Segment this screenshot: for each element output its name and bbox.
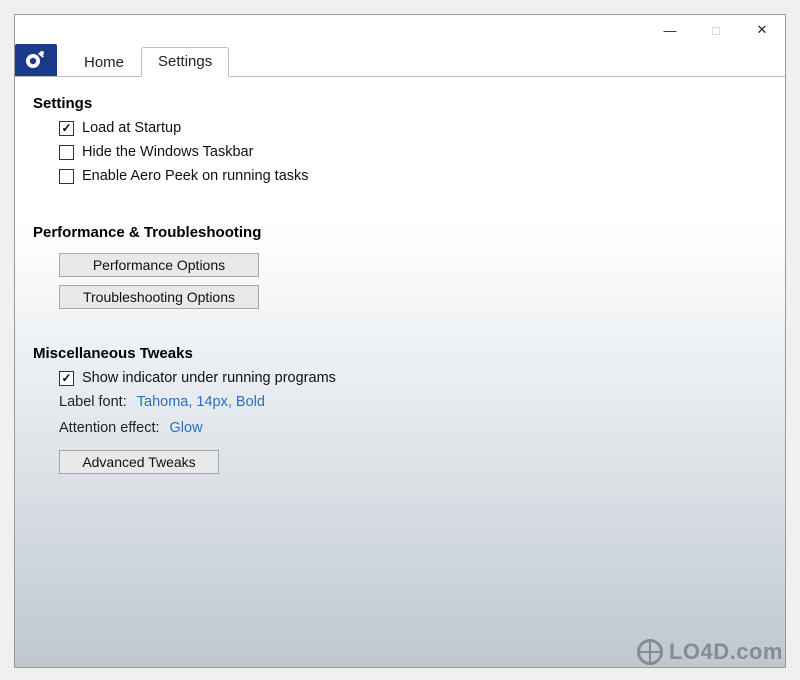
globe-icon <box>637 639 663 665</box>
settings-panel: Settings Load at Startup Hide the Window… <box>15 77 785 667</box>
checkbox-icon <box>59 121 74 136</box>
checkbox-icon <box>59 169 74 184</box>
label-font-key: Label font: <box>59 394 127 410</box>
app-icon[interactable] <box>15 44 57 76</box>
label-font-value[interactable]: Tahoma, 14px, Bold <box>137 394 265 410</box>
attention-effect-row: Attention effect: Glow <box>59 420 767 436</box>
checkbox-label: Hide the Windows Taskbar <box>82 144 253 160</box>
attention-effect-key: Attention effect: <box>59 420 160 436</box>
close-button[interactable]: ✕ <box>739 15 785 45</box>
checkbox-hide-taskbar[interactable]: Hide the Windows Taskbar <box>59 144 767 160</box>
tab-settings[interactable]: Settings <box>141 47 229 77</box>
performance-options-button[interactable]: Performance Options <box>59 253 259 277</box>
window-controls: — □ ✕ <box>647 15 785 45</box>
section-title-misc: Miscellaneous Tweaks <box>33 345 767 362</box>
checkbox-show-indicator[interactable]: Show indicator under running programs <box>59 370 767 386</box>
label-font-row: Label font: Tahoma, 14px, Bold <box>59 394 767 410</box>
advanced-tweaks-button[interactable]: Advanced Tweaks <box>59 450 219 474</box>
section-title-settings: Settings <box>33 95 767 112</box>
attention-effect-value[interactable]: Glow <box>170 420 203 436</box>
maximize-button[interactable]: □ <box>693 15 739 45</box>
tab-bar: Home Settings <box>15 45 785 77</box>
checkbox-label: Show indicator under running programs <box>82 370 336 386</box>
checkbox-enable-aero-peek[interactable]: Enable Aero Peek on running tasks <box>59 168 767 184</box>
checkbox-label: Enable Aero Peek on running tasks <box>82 168 309 184</box>
section-title-perf: Performance & Troubleshooting <box>33 224 767 241</box>
watermark: LO4D.com <box>637 639 783 665</box>
troubleshooting-options-button[interactable]: Troubleshooting Options <box>59 285 259 309</box>
minimize-button[interactable]: — <box>647 15 693 45</box>
titlebar: — □ ✕ <box>15 15 785 45</box>
checkbox-label: Load at Startup <box>82 120 181 136</box>
app-window: — □ ✕ Home Settings Settings Load at Sta… <box>14 14 786 668</box>
checkbox-icon <box>59 145 74 160</box>
watermark-text: LO4D.com <box>669 639 783 665</box>
checkbox-icon <box>59 371 74 386</box>
tab-home[interactable]: Home <box>67 48 141 77</box>
checkbox-load-at-startup[interactable]: Load at Startup <box>59 120 767 136</box>
